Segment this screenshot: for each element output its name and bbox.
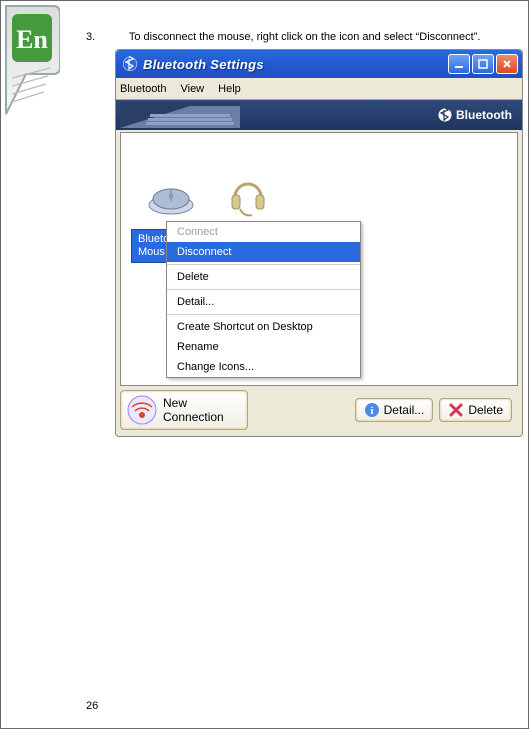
svg-text:i: i [370,405,373,417]
language-tab: En [2,2,60,122]
context-menu: Connect Disconnect Delete Detail... Crea… [166,221,361,378]
instruction-text: To disconnect the mouse, right click on … [129,31,481,43]
bluetooth-icon [438,108,452,122]
keyboard-image [120,102,240,128]
ctx-change-icons[interactable]: Change Icons... [167,357,360,377]
svg-text:En: En [16,25,48,54]
maximize-button[interactable] [472,54,494,74]
new-connection-button[interactable]: New Connection [120,390,248,430]
ctx-disconnect[interactable]: Disconnect [167,242,360,262]
menu-bar: Bluetooth View Help [116,78,522,100]
close-button[interactable] [496,54,518,74]
title-bar[interactable]: Bluetooth Settings [116,50,522,78]
page-number: 26 [86,700,98,712]
info-icon: i [364,402,380,418]
ctx-delete[interactable]: Delete [167,267,360,287]
delete-button[interactable]: Delete [439,398,512,422]
window-title: Bluetooth Settings [143,57,264,72]
new-connection-label: New Connection [163,396,224,424]
delete-label: Delete [468,403,503,417]
menu-view[interactable]: View [180,83,204,95]
ctx-detail[interactable]: Detail... [167,292,360,312]
bluetooth-settings-icon [122,56,138,72]
bluetooth-banner: Bluetooth [116,100,522,130]
bluetooth-settings-window: Bluetooth Settings Bluetooth View Help [115,49,523,437]
ctx-connect: Connect [167,222,360,242]
mouse-device-icon[interactable] [147,187,195,215]
banner-label: Bluetooth [456,108,512,122]
wireless-icon [127,395,157,425]
ctx-shortcut[interactable]: Create Shortcut on Desktop [167,317,360,337]
detail-button[interactable]: i Detail... [355,398,434,422]
detail-label: Detail... [384,403,425,417]
ctx-rename[interactable]: Rename [167,337,360,357]
headset-device-icon[interactable] [229,177,267,217]
menu-bluetooth[interactable]: Bluetooth [120,83,166,95]
instruction-number: 3. [86,31,126,43]
delete-icon [448,402,464,418]
instruction-line: 3. To disconnect the mouse, right click … [86,31,480,43]
minimize-button[interactable] [448,54,470,74]
bottom-toolbar: New Connection i Detail... Delete [120,388,518,432]
device-content-area: Blueto Mous Connect Disconnect Delete De… [120,132,518,386]
menu-help[interactable]: Help [218,83,241,95]
